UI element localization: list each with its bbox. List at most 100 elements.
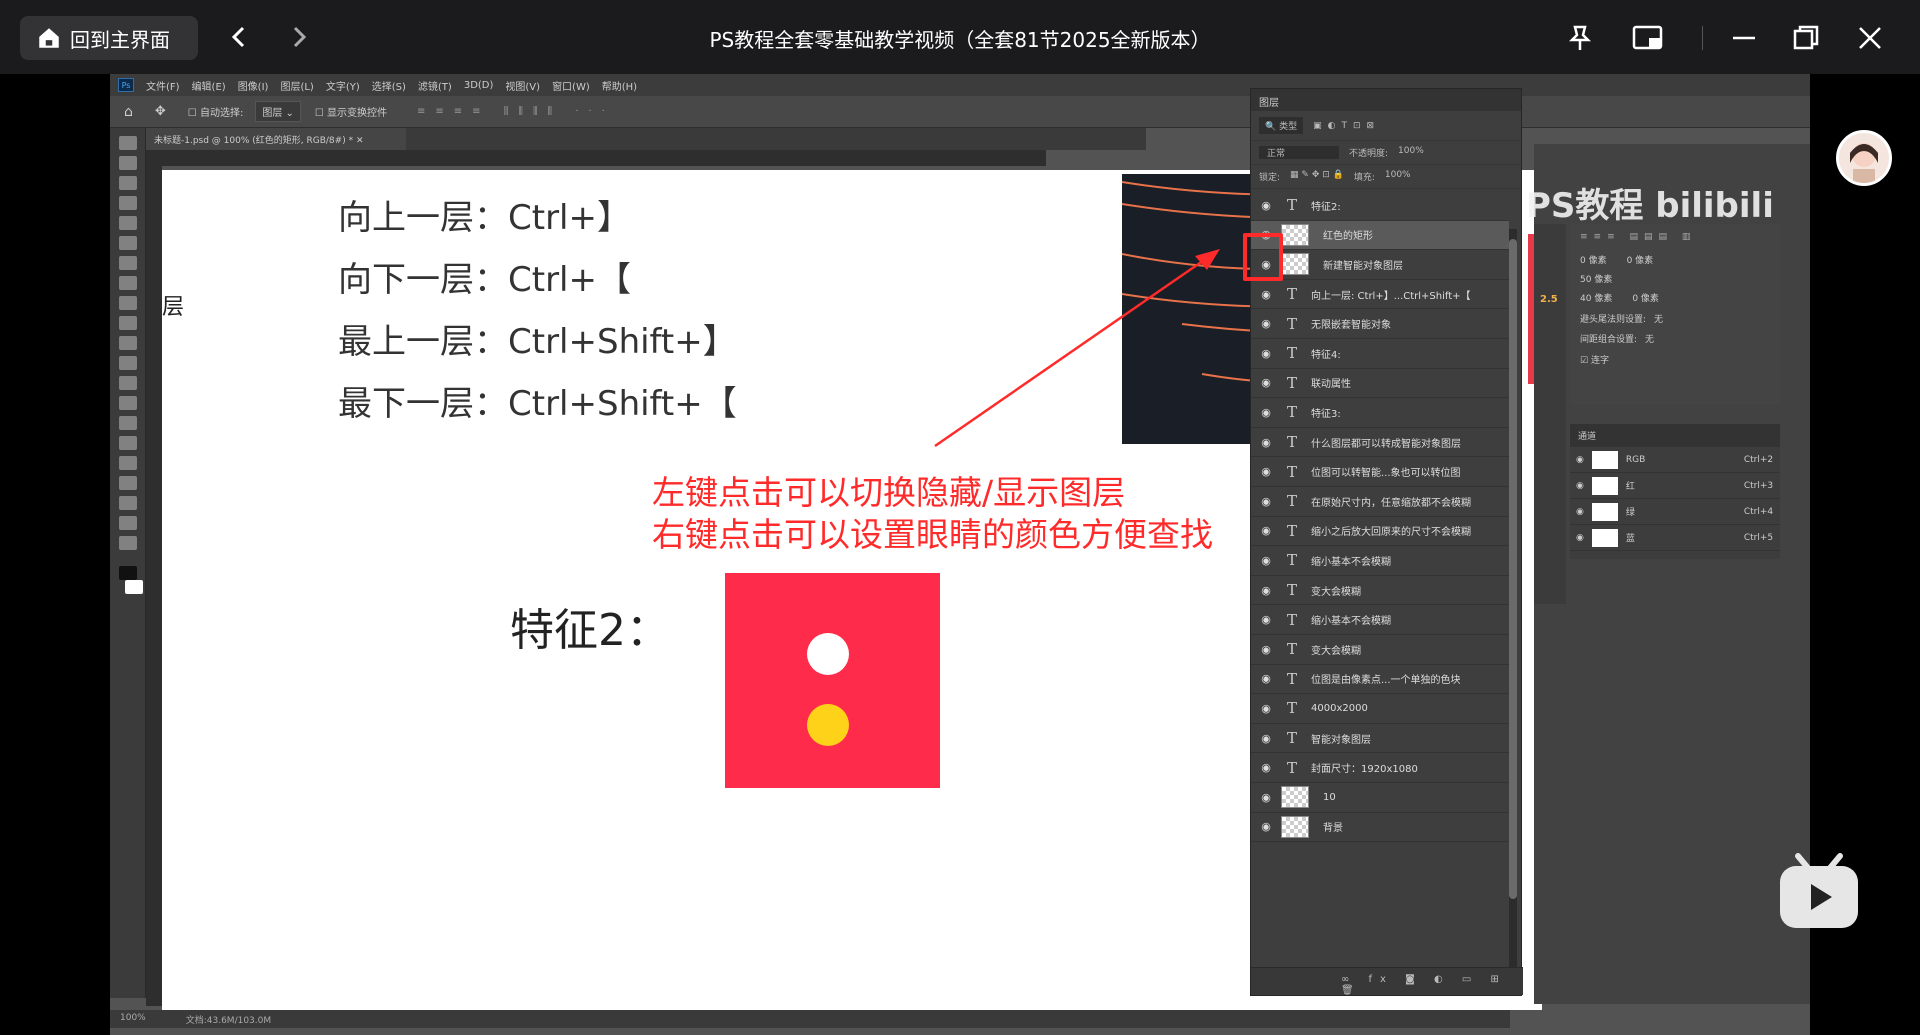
text-layer-icon: T [1286, 581, 1297, 600]
layer-row[interactable]: ◉ T 什么图层都可以转成智能对象图层 [1251, 428, 1509, 458]
eye-icon[interactable]: ◉ [1251, 554, 1281, 567]
channel-row[interactable]: ◉ 绿 Ctrl+4 [1570, 499, 1780, 525]
layer-row[interactable]: ◉ T 缩小之后放大回原来的尺寸不会模糊 [1251, 517, 1509, 547]
back-arrow-icon[interactable] [222, 20, 256, 54]
channel-row[interactable]: ◉ 红 Ctrl+3 [1570, 473, 1780, 499]
layer-row[interactable]: ◉ 10 [1251, 783, 1509, 813]
eye-icon[interactable]: ◉ [1576, 533, 1584, 543]
space-after-value[interactable]: 0 像素 [1632, 291, 1659, 304]
layer-row[interactable]: ◉ T 在原始尺寸内，任意缩放都不会模糊 [1251, 487, 1509, 517]
minimize-icon[interactable] [1726, 20, 1762, 56]
filter-kind-dropdown[interactable]: 🔍 类型 [1259, 117, 1304, 134]
layer-actions-icons[interactable]: ∞ fx ◙ ◐ ▭ ⊞ 🗑 [1341, 974, 1523, 996]
channels-title: 通道 [1570, 424, 1780, 447]
channel-row[interactable]: ◉ 蓝 Ctrl+5 [1570, 525, 1780, 551]
eye-icon[interactable]: ◉ [1251, 791, 1281, 804]
layer-name: 特征4: [1311, 349, 1341, 361]
layers-panel-title: 图层 [1251, 89, 1521, 111]
text-layer-icon: T [1286, 758, 1297, 777]
lock-icons[interactable]: ▦ ✎ ✥ ⊡ 🔒 [1290, 170, 1344, 183]
fill-value[interactable]: 100% [1385, 170, 1411, 183]
indent-right-value[interactable]: 0 像素 [1627, 253, 1654, 266]
channel-name: 绿 [1625, 508, 1635, 518]
fill-label: 填充: [1353, 173, 1375, 183]
layer-row[interactable]: ◉ 背景 [1251, 813, 1509, 843]
text-layer-icon: T [1286, 285, 1297, 304]
channel-row[interactable]: ◉ RGB Ctrl+2 [1570, 447, 1780, 473]
layer-row[interactable]: ◉ 新建智能对象图层 [1251, 250, 1509, 280]
space-before-value[interactable]: 40 像素 [1580, 291, 1612, 304]
avatar[interactable] [1836, 130, 1892, 186]
layer-row[interactable]: ◉ 红色的矩形 [1251, 220, 1509, 251]
opacity-value[interactable]: 100% [1398, 146, 1424, 159]
eye-icon[interactable]: ◉ [1251, 613, 1281, 626]
indent-left-value[interactable]: 0 像素 [1580, 253, 1607, 266]
paragraph-align-icons[interactable]: ≡≡≡ ▤▤▤ ▥ [1570, 224, 1780, 250]
eye-icon[interactable]: ◉ [1576, 455, 1584, 465]
layer-row[interactable]: ◉ T 位图是由像素点...一个单独的色块 [1251, 665, 1509, 695]
eye-icon[interactable]: ◉ [1251, 820, 1281, 833]
eye-icon[interactable]: ◉ [1576, 481, 1584, 491]
layer-row[interactable]: ◉ T 无限嵌套智能对象 [1251, 309, 1509, 339]
status-bar: 100% 文档:43.6M/103.0M [110, 1010, 1510, 1028]
text-layer-icon: T [1286, 492, 1297, 511]
layer-name: 向上一层: Ctrl+】...Ctrl+Shift+【 [1311, 290, 1471, 302]
eye-icon[interactable]: ◉ [1251, 761, 1281, 774]
home-button[interactable]: 回到主界面 [20, 16, 198, 60]
layer-name: 变大会模糊 [1311, 645, 1361, 657]
layer-thumbnail [1281, 223, 1309, 246]
layer-row[interactable]: ◉ T 特征4: [1251, 339, 1509, 369]
indent-first-value[interactable]: 50 像素 [1580, 275, 1612, 285]
eye-icon[interactable]: ◉ [1251, 347, 1281, 360]
layer-row[interactable]: ◉ T 变大会模糊 [1251, 576, 1509, 606]
white-dot [807, 633, 849, 675]
layer-row[interactable]: ◉ T 封面尺寸：1920x1080 [1251, 753, 1509, 783]
eye-icon[interactable]: ◉ [1251, 732, 1281, 745]
mini-window-icon[interactable] [1630, 20, 1666, 56]
eye-icon[interactable]: ◉ [1251, 495, 1281, 508]
layer-row[interactable]: ◉ T 特征2: [1251, 191, 1509, 221]
channel-thumb [1591, 528, 1618, 547]
channel-thumb [1591, 502, 1618, 521]
eye-icon[interactable]: ◉ [1251, 524, 1281, 537]
layer-row[interactable]: ◉ T 特征3: [1251, 398, 1509, 428]
restore-icon[interactable] [1788, 20, 1824, 56]
layer-row[interactable]: ◉ T 缩小基本不会模糊 [1251, 546, 1509, 576]
close-icon[interactable] [1852, 20, 1888, 56]
eye-icon[interactable]: ◉ [1251, 436, 1281, 449]
layer-row[interactable]: ◉ T 位图可以转智能...象也可以转位图 [1251, 457, 1509, 487]
layer-row[interactable]: ◉ T 变大会模糊 [1251, 635, 1509, 665]
eye-icon[interactable]: ◉ [1251, 584, 1281, 597]
eye-icon[interactable]: ◉ [1251, 465, 1281, 478]
layer-name: 特征2: [1311, 201, 1341, 213]
player-topbar: 回到主界面 PS教程全套零基础教学视频（全套81节2025全新版本） [0, 0, 1920, 74]
filter-icons[interactable]: ▣◐T⊡⊠ [1313, 121, 1380, 131]
layer-row[interactable]: ◉ T 缩小基本不会模糊 [1251, 605, 1509, 635]
channel-thumb [1591, 450, 1618, 469]
layer-name: 新建智能对象图层 [1323, 260, 1403, 272]
eye-icon[interactable]: ◉ [1251, 288, 1281, 301]
eye-icon[interactable]: ◉ [1251, 672, 1281, 685]
eye-icon[interactable]: ◉ [1251, 702, 1281, 715]
eye-icon[interactable]: ◉ [1251, 317, 1281, 330]
spacing-value[interactable]: 无 [1645, 332, 1654, 345]
video-player-window: 回到主界面 PS教程全套零基础教学视频（全套81节2025全新版本） Ps 文件… [0, 0, 1920, 1035]
eye-icon[interactable]: ◉ [1251, 376, 1281, 389]
layer-row[interactable]: ◉ T 4000x2000 [1251, 694, 1509, 724]
eye-icon[interactable]: ◉ [1251, 406, 1281, 419]
text-layer-icon: T [1286, 729, 1297, 748]
layer-row[interactable]: ◉ T 向上一层: Ctrl+】...Ctrl+Shift+【 [1251, 280, 1509, 310]
eye-icon[interactable]: ◉ [1251, 199, 1281, 212]
layer-row[interactable]: ◉ T 智能对象图层 [1251, 724, 1509, 754]
video-frame[interactable]: Ps 文件(F) 编辑(E) 图像(I) 图层(L) 文字(Y) 选择(S) 滤… [110, 74, 1810, 1035]
eye-icon[interactable]: ◉ [1576, 507, 1584, 517]
blend-mode-dropdown[interactable]: 正常 [1259, 146, 1339, 159]
eye-highlight-box [1243, 233, 1283, 281]
pin-icon[interactable] [1562, 20, 1598, 56]
layers-scrollbar[interactable] [1509, 229, 1517, 969]
avoid-value[interactable]: 无 [1654, 312, 1663, 325]
play-logo-icon[interactable] [1776, 850, 1862, 930]
layer-row[interactable]: ◉ T 联动属性 [1251, 369, 1509, 399]
forward-arrow-icon[interactable] [282, 20, 316, 54]
eye-icon[interactable]: ◉ [1251, 643, 1281, 656]
